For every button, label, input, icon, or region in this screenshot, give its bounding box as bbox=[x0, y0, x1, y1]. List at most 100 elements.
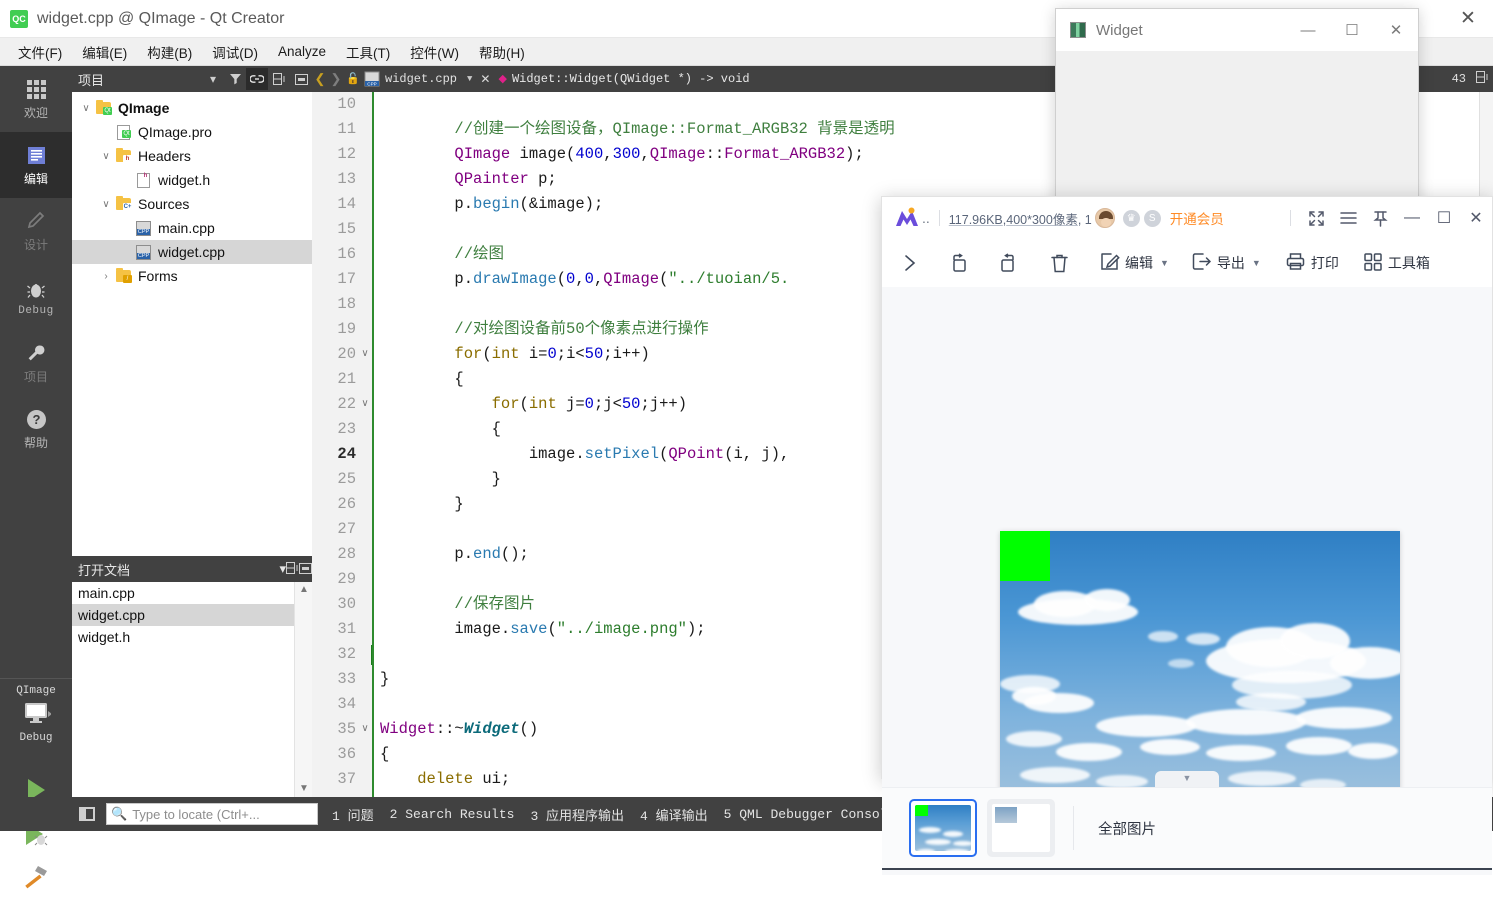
nav-back-icon[interactable]: ❮ bbox=[312, 72, 328, 87]
filmstrip-collapse-toggle[interactable]: ▼ bbox=[1155, 771, 1219, 787]
tree-item-qimage-pro[interactable]: Qt QImage.pro bbox=[72, 120, 312, 144]
minimize-icon[interactable]: — bbox=[1286, 9, 1330, 51]
sidebar-item-welcome[interactable]: 欢迎 bbox=[0, 66, 72, 132]
close-icon[interactable]: ✕ bbox=[1374, 9, 1418, 51]
viewer-image-stage[interactable]: ▼ 全部图片 bbox=[882, 287, 1492, 875]
print-button[interactable]: 打印 bbox=[1271, 244, 1349, 282]
close-document-icon[interactable]: ✕ bbox=[480, 72, 490, 87]
output-pane-compile[interactable]: 4 编译输出 bbox=[640, 805, 708, 824]
tree-item-label: Headers bbox=[138, 148, 191, 164]
editor-symbol[interactable]: Widget::Widget(QWidget *) -> void bbox=[512, 72, 750, 86]
sidebar-toggle-icon[interactable] bbox=[72, 797, 102, 831]
sidebar-item-design[interactable]: 设计 bbox=[0, 198, 72, 264]
kit-selector[interactable]: QImage Debug bbox=[0, 678, 72, 768]
list-item[interactable] bbox=[909, 799, 977, 857]
trash-icon[interactable] bbox=[1034, 244, 1085, 282]
tree-item-forms[interactable]: › / Forms bbox=[72, 264, 312, 288]
tree-item-sources[interactable]: ∨ C+ Sources bbox=[72, 192, 312, 216]
crown-icon[interactable]: ♛ bbox=[1122, 209, 1140, 227]
list-item[interactable] bbox=[987, 799, 1055, 857]
export-button[interactable]: 导出 ▼ bbox=[1179, 244, 1271, 282]
chevron-down-icon[interactable]: ▼ bbox=[295, 781, 313, 797]
fullscreen-icon[interactable] bbox=[1300, 197, 1332, 239]
nav-forward-icon[interactable]: ❯ bbox=[328, 72, 344, 87]
svg-text:CPP: CPP bbox=[367, 81, 376, 86]
close-panel-icon[interactable] bbox=[290, 68, 312, 90]
fold-chevron-icon[interactable]: ∨ bbox=[358, 717, 372, 742]
open-document-widget-cpp[interactable]: widget.cpp bbox=[72, 604, 294, 626]
edit-button[interactable]: 编辑 ▼ bbox=[1085, 244, 1179, 282]
vip-upgrade-button[interactable]: 开通会员 bbox=[1170, 208, 1224, 228]
minimize-icon[interactable]: — bbox=[1396, 197, 1428, 239]
tree-item-qimage[interactable]: ∨ Qt QImage bbox=[72, 96, 312, 120]
sidebar-item-edit[interactable]: 编辑 bbox=[0, 132, 72, 198]
line-number: 33 bbox=[337, 670, 356, 688]
rotate-left-icon[interactable] bbox=[934, 244, 984, 282]
lock-icon[interactable]: 🔓 bbox=[344, 72, 362, 86]
menu-item-tools[interactable]: 工具(T) bbox=[336, 39, 400, 65]
filter-icon[interactable] bbox=[224, 68, 246, 90]
chevron-down-icon[interactable]: ▼ bbox=[1252, 258, 1261, 268]
toolbox-button[interactable]: 工具箱 bbox=[1349, 244, 1430, 282]
chevron-right-icon[interactable]: › bbox=[98, 271, 114, 282]
build-button[interactable] bbox=[0, 854, 72, 898]
image-dimensions[interactable]: 400*300像素 bbox=[1006, 213, 1078, 227]
maximize-icon[interactable]: ☐ bbox=[1330, 9, 1374, 51]
output-pane-qml-console[interactable]: 5 QML Debugger Console bbox=[724, 807, 896, 822]
chevron-down-icon[interactable]: ∨ bbox=[98, 151, 114, 162]
split-add-icon[interactable] bbox=[268, 68, 290, 90]
line-number: 25 bbox=[337, 470, 356, 488]
chevron-down-icon[interactable]: ▼ bbox=[467, 74, 472, 84]
svg-text:?: ? bbox=[32, 412, 40, 427]
next-arrow-icon[interactable] bbox=[902, 244, 934, 282]
all-images-label[interactable]: 全部图片 bbox=[1098, 818, 1156, 839]
close-panel-icon[interactable] bbox=[299, 562, 312, 577]
tree-item-headers[interactable]: ∨ h Headers bbox=[72, 144, 312, 168]
viewer-path-ellipsis[interactable]: .. bbox=[922, 210, 930, 226]
sidebar-item-help[interactable]: ? 帮助 bbox=[0, 396, 72, 462]
split-editor-icon[interactable] bbox=[1476, 71, 1489, 87]
sidebar-item-projects[interactable]: 项目 bbox=[0, 330, 72, 396]
close-icon[interactable]: ✕ bbox=[1460, 197, 1492, 239]
split-add-icon[interactable] bbox=[286, 561, 299, 577]
open-document-main-cpp[interactable]: main.cpp bbox=[72, 582, 294, 604]
chevron-down-icon[interactable]: ▾ bbox=[202, 68, 224, 90]
chevron-down-icon[interactable]: ▼ bbox=[1160, 258, 1169, 268]
tree-item-label: main.cpp bbox=[158, 220, 215, 236]
pin-icon[interactable] bbox=[1364, 197, 1396, 239]
tree-item-widget-h[interactable]: h widget.h bbox=[72, 168, 312, 192]
editor-filename[interactable]: widget.cpp bbox=[385, 72, 457, 86]
hamburger-icon[interactable] bbox=[1332, 197, 1364, 239]
chevron-up-icon[interactable]: ▲ bbox=[295, 582, 313, 598]
menu-item-file[interactable]: 文件(F) bbox=[8, 39, 72, 65]
sidebar-item-debug[interactable]: Debug bbox=[0, 264, 72, 330]
menu-item-build[interactable]: 构建(B) bbox=[137, 39, 202, 65]
fold-chevron-icon[interactable]: ∨ bbox=[358, 342, 372, 367]
close-icon[interactable]: ✕ bbox=[1457, 8, 1479, 30]
rotate-right-icon[interactable] bbox=[984, 244, 1034, 282]
maximize-icon[interactable]: ☐ bbox=[1428, 197, 1460, 239]
s-coin-icon[interactable]: S bbox=[1143, 209, 1161, 227]
file-size[interactable]: 117.96KB bbox=[949, 213, 1003, 227]
tree-item-label: Sources bbox=[138, 196, 190, 212]
avatar[interactable] bbox=[1094, 208, 1115, 228]
menu-item-widgets[interactable]: 控件(W) bbox=[400, 39, 469, 65]
menu-item-debug[interactable]: 调试(D) bbox=[202, 39, 268, 65]
menu-item-edit[interactable]: 编辑(E) bbox=[72, 39, 137, 65]
output-pane-app-output[interactable]: 3 应用程序输出 bbox=[530, 805, 624, 824]
menu-item-analyze[interactable]: Analyze bbox=[268, 41, 336, 62]
chevron-down-icon[interactable]: ∨ bbox=[98, 199, 114, 210]
open-document-widget-h[interactable]: widget.h bbox=[72, 626, 294, 648]
image-metadata: 117.96KB,400*300像素, 1 bbox=[948, 212, 1092, 227]
output-pane-issues[interactable]: 1 问题 bbox=[332, 805, 374, 824]
tree-item-widget-cpp[interactable]: widget.cpp bbox=[72, 240, 312, 264]
output-pane-search[interactable]: 2 Search Results bbox=[390, 807, 515, 822]
menu-item-help[interactable]: 帮助(H) bbox=[469, 39, 535, 65]
open-documents-scrollbar[interactable]: ▲ ▼ bbox=[294, 582, 312, 797]
link-sync-icon[interactable] bbox=[246, 68, 268, 90]
fold-chevron-icon[interactable]: ∨ bbox=[358, 392, 372, 417]
chevron-down-icon[interactable]: ∨ bbox=[78, 103, 94, 114]
tree-item-main-cpp[interactable]: main.cpp bbox=[72, 216, 312, 240]
line-number: 16 bbox=[337, 245, 356, 263]
locator-input[interactable]: 🔍 Type to locate (Ctrl+... bbox=[106, 803, 318, 825]
